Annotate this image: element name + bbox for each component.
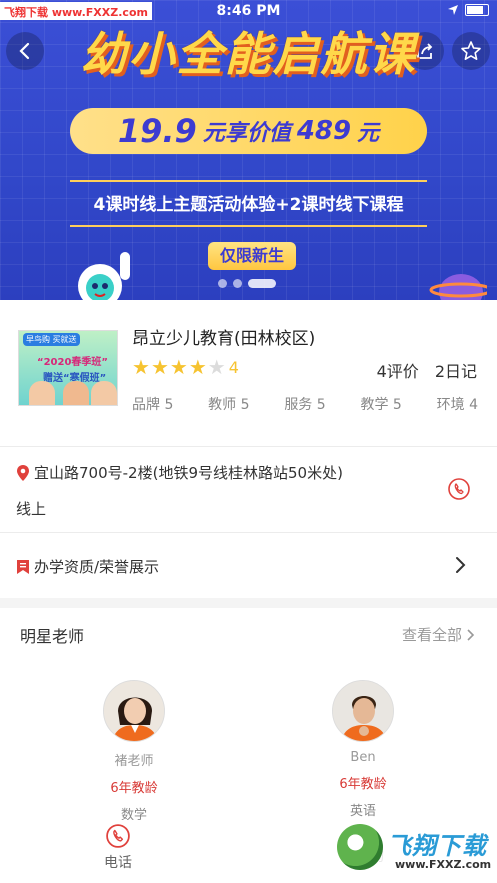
teacher-subject: 英语 [349,804,376,819]
rating-brand: 品牌 5 [132,397,174,413]
address-text: 宜山路700号-2楼(地铁9号线桂林路站50米处) [34,464,343,482]
price-text-mid: 元享价值 [202,121,291,146]
teacher-card[interactable]: Ben 6年教龄 英语 [313,680,413,819]
teacher-experience: 6年教龄 [339,777,387,792]
hero-banner[interactable]: 飞翔下载 www.FXXZ.com 8:46 PM 幼小全能启航课 19.9 元… [0,0,497,300]
star-empty-icon: ★ [207,355,226,379]
location-arrow-icon [448,5,458,15]
carousel-dot-active[interactable] [248,279,276,288]
phone-icon [106,824,130,848]
banner-divider-bottom [70,225,427,227]
new-student-tag: 仅限新生 [208,242,296,270]
price-text-end: 元 [357,121,380,146]
teacher-name: 褚老师 [114,754,154,769]
watermark-text: 飞翔下载 [387,832,487,860]
star-filled-icon: ★ [150,355,169,379]
teacher-experience: 6年教龄 [110,781,158,796]
location-pin-icon [17,464,29,481]
school-name: 昂立少儿教育(田林校区) [132,329,316,349]
carousel-dot[interactable] [218,279,227,288]
status-icons [447,4,489,16]
star-filled-icon: ★ [169,355,188,379]
teacher-photo [104,681,164,741]
diary-count[interactable]: 2日记 [435,358,477,382]
bookmark-icon [17,559,29,574]
astronaut-illustration [78,252,130,300]
review-count[interactable]: 4评价 [377,358,419,382]
banner-title: 幼小全能启航课 [80,27,417,81]
battery-icon [465,4,489,16]
planet-illustration [429,274,487,300]
section-gap [0,598,497,608]
call-label: 电话 [104,855,132,871]
see-all-link[interactable]: 查看全部 [402,624,475,645]
qualification-label: 办学资质/荣誉展示 [34,558,160,576]
teacher-name: Ben [350,750,376,765]
phone-icon[interactable] [448,478,470,500]
review-counts: 4评价 2日记 [377,358,477,382]
watermark-badge: 飞翔下载 www.FXXZ.com [337,822,491,878]
kid-figure [29,381,55,405]
carousel-indicator[interactable] [218,279,276,288]
kid-figure [91,381,117,405]
teacher-card[interactable]: 褚老师 6年教龄 数学 [84,680,184,823]
teacher-avatar [332,680,394,742]
star-filled-icon: ★ [132,355,150,379]
address-row[interactable]: 宜山路700号-2楼(地铁9号线桂林路站50米处) [16,462,343,483]
star-teachers-title: 明星老师 [20,627,85,646]
see-all-label: 查看全部 [401,626,462,644]
teacher-avatar [103,680,165,742]
rating-teaching: 教学 5 [360,397,402,413]
watermark-url: www.FXXZ.com [395,858,492,871]
kid-figure [63,381,89,405]
course-description: 4课时线上主题活动体验+2课时线下课程 [93,195,404,215]
chevron-right-icon [467,628,475,641]
star-rating: ★ ★ ★ ★ ★ 4 [132,356,239,378]
divider [0,532,497,533]
divider [0,446,497,447]
teaching-mode: 线上 [16,500,47,518]
sub-ratings: 品牌 5 教师 5 服务 5 教学 5 环境 4 [132,394,478,414]
thumbnail-tag: 早鸟购 买就送 [23,333,80,346]
status-time: 8:46 PM [216,3,281,19]
watermark-logo [337,824,383,870]
price: 19.9 [117,112,197,150]
rating-teacher: 教师 5 [208,397,250,413]
price-value: 489 [296,116,352,146]
chevron-right-icon[interactable] [454,555,468,575]
carousel-dot[interactable] [233,279,242,288]
banner-divider-top [70,180,427,182]
rating-value: 4 [228,357,239,377]
rating-environment: 环境 4 [436,397,478,413]
price-band: 19.9 元享价值 489 元 [70,108,427,154]
qualification-row[interactable]: 办学资质/荣誉展示 [16,556,159,577]
call-button[interactable]: 电话 [104,824,132,872]
rating-service: 服务 5 [284,397,326,413]
teacher-photo [333,681,393,741]
thumbnail-line1: “2020春季班” [37,357,108,368]
school-thumbnail[interactable]: 早鸟购 买就送 “2020春季班” 赠送“寒假班” [18,330,118,406]
star-filled-icon: ★ [188,355,207,379]
